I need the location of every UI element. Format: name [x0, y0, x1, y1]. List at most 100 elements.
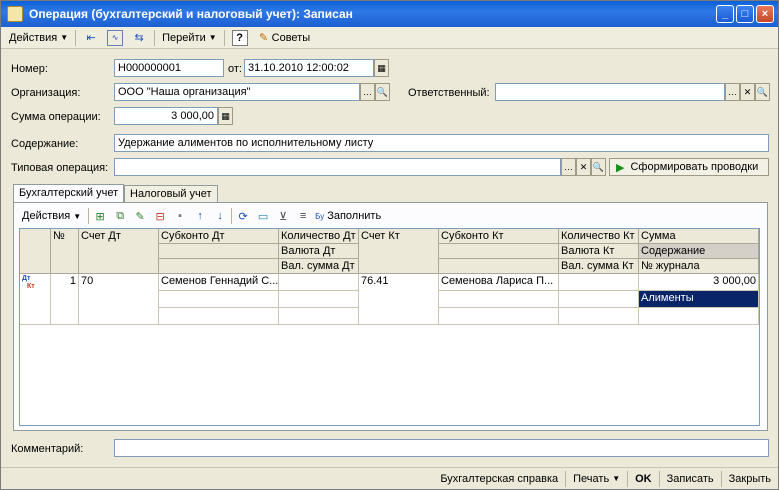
filter-icon[interactable]: ⊻ — [275, 208, 291, 224]
grid-actions-menu[interactable]: Действия ▼ — [18, 206, 85, 226]
dt-kt-button[interactable]: ∿ — [103, 28, 127, 48]
grid-header-sum[interactable]: Сумма — [639, 229, 759, 244]
grid-header-icon — [20, 229, 51, 274]
row-sub-kt-3[interactable] — [439, 308, 559, 325]
help-button[interactable]: ? — [228, 28, 252, 48]
tips-button[interactable]: ✎ Советы — [252, 28, 314, 48]
grid-header-cur-sum-dt[interactable]: Вал. сумма Дт — [279, 259, 359, 274]
grid-header-num[interactable]: № — [51, 229, 79, 274]
row-sub-kt[interactable]: Семенова Лариса П... — [439, 274, 559, 291]
row-sub-dt[interactable]: Семенов Геннадий С... — [159, 274, 279, 291]
row-qty-dt[interactable] — [279, 274, 359, 291]
tab-tax[interactable]: Налоговый учет — [124, 185, 218, 203]
grid-header-cur-sum-kt[interactable]: Вал. сумма Кт — [559, 259, 639, 274]
sum-field[interactable]: 3 000,00 — [114, 107, 218, 125]
grid-toolbar: Действия ▼ ⊞ ⧉ ✎ ⊟ ▪ ↑ ↓ ⟳ ▭ ⊻ ≡ Бу Запо… — [18, 206, 385, 226]
grid-header-sub-kt-2 — [439, 244, 559, 259]
row-qty-kt[interactable] — [559, 274, 639, 291]
goto-menu[interactable]: Перейти ▼ — [158, 28, 221, 48]
accounting-report-button[interactable]: Бухгалтерская справка — [433, 473, 565, 485]
row-sub-dt-2[interactable] — [159, 291, 279, 308]
row-cur-kt[interactable] — [559, 291, 639, 308]
grid-header-sub-dt-2 — [159, 244, 279, 259]
row-content[interactable]: Алименты — [639, 291, 759, 308]
end-edit-icon[interactable]: ▪ — [172, 208, 188, 224]
row-acc-kt[interactable]: 76.41 — [359, 274, 439, 325]
dropdown-arrow-icon: ▼ — [73, 211, 82, 221]
arrow-left-icon: ⇤ — [86, 32, 96, 44]
close-button[interactable]: × — [756, 5, 774, 23]
add-row-icon[interactable]: ⊞ — [92, 208, 108, 224]
grid-header-cur-dt[interactable]: Валюта Дт — [279, 244, 359, 259]
maximize-button[interactable]: □ — [736, 5, 754, 23]
row-cur-sum-kt[interactable] — [559, 308, 639, 325]
help-icon: ? — [231, 29, 248, 46]
organization-open-button[interactable]: 🔍 — [375, 83, 390, 101]
switch-button[interactable]: ⇆ — [127, 28, 151, 48]
move-left-button[interactable]: ⇤ — [79, 28, 103, 48]
row-sub-kt-2[interactable] — [439, 291, 559, 308]
responsible-field[interactable] — [495, 83, 725, 101]
refresh-icon[interactable]: ⟳ — [235, 208, 251, 224]
row-journal[interactable] — [639, 308, 759, 325]
row-cur-sum-dt[interactable] — [279, 308, 359, 325]
fill-icon: Бу — [315, 211, 325, 221]
organization-select-button[interactable]: … — [360, 83, 375, 101]
row-acc-dt[interactable]: 70 — [79, 274, 159, 325]
dropdown-arrow-icon: ▼ — [612, 474, 621, 483]
close-form-button[interactable]: Закрыть — [722, 473, 778, 485]
window-title: Операция (бухгалтерский и налоговый учет… — [29, 7, 353, 21]
typical-open-button[interactable]: 🔍 — [591, 158, 606, 176]
save-button[interactable]: Записать — [660, 473, 721, 485]
date-field[interactable]: 31.10.2010 12:00:02 — [244, 59, 374, 77]
typical-select-button[interactable]: … — [561, 158, 576, 176]
bottom-command-bar: Бухгалтерская справка Печать ▼ OK Записа… — [1, 467, 778, 489]
comment-field[interactable] — [114, 439, 769, 457]
row-cur-dt[interactable] — [279, 291, 359, 308]
grid-header-content[interactable]: Содержание — [639, 244, 759, 259]
typical-clear-button[interactable]: ✕ — [576, 158, 591, 176]
move-down-icon[interactable]: ↓ — [212, 208, 228, 224]
copy-row-icon[interactable]: ⧉ — [112, 208, 128, 224]
fill-button[interactable]: Бу Заполнить — [311, 206, 385, 226]
calendar-button[interactable]: ▦ — [374, 59, 389, 77]
move-up-icon[interactable]: ↑ — [192, 208, 208, 224]
actions-menu[interactable]: Действия ▼ — [5, 28, 72, 48]
calculator-button[interactable]: ▦ — [218, 107, 233, 125]
print-menu[interactable]: Печать ▼ — [566, 473, 627, 485]
number-field[interactable]: Н000000001 — [114, 59, 224, 77]
responsible-clear-button[interactable]: ✕ — [740, 83, 755, 101]
grid-header-sub-kt[interactable]: Субконто Кт — [439, 229, 559, 244]
grid-header-acc-dt[interactable]: Счет Дт — [79, 229, 159, 274]
row-sub-dt-3[interactable] — [159, 308, 279, 325]
grid-header-acc-kt[interactable]: Счет Кт — [359, 229, 439, 274]
organization-field[interactable]: ООО "Наша организация" — [114, 83, 360, 101]
content-field[interactable]: Удержание алиментов по исполнительному л… — [114, 134, 769, 152]
grid-header-qty-kt[interactable]: Количество Кт — [559, 229, 639, 244]
delete-row-icon[interactable]: ⊟ — [152, 208, 168, 224]
grid-header-sub-dt[interactable]: Субконто Дт — [159, 229, 279, 244]
calculator-icon: ▦ — [221, 110, 230, 121]
content-label: Содержание: — [11, 138, 79, 150]
edit-row-icon[interactable]: ✎ — [132, 208, 148, 224]
tab-accounting[interactable]: Бухгалтерский учет — [13, 184, 125, 203]
typical-operation-field[interactable] — [114, 158, 561, 176]
row-sum[interactable]: 3 000,00 — [639, 274, 759, 291]
dropdown-arrow-icon: ▼ — [208, 33, 217, 42]
grid-header-journal[interactable]: № журнала — [639, 259, 759, 274]
generate-postings-button[interactable]: ▶ Сформировать проводки — [609, 158, 769, 176]
minimize-button[interactable]: _ — [716, 5, 734, 23]
fill-label: Заполнить — [327, 210, 382, 222]
selection-icon[interactable]: ▭ — [255, 208, 271, 224]
grid-header-qty-dt[interactable]: Количество Дт — [279, 229, 359, 244]
row-num[interactable]: 1 — [51, 274, 79, 325]
responsible-label: Ответственный: — [408, 87, 490, 99]
grid-header-cur-kt[interactable]: Валюта Кт — [559, 244, 639, 259]
ellipsis-icon: … — [728, 87, 737, 97]
responsible-open-button[interactable]: 🔍 — [755, 83, 770, 101]
ellipsis-icon: … — [564, 162, 573, 172]
responsible-select-button[interactable]: … — [725, 83, 740, 101]
sort-icon[interactable]: ≡ — [295, 208, 311, 224]
ok-button[interactable]: OK — [628, 473, 659, 485]
calendar-icon: ▦ — [377, 62, 386, 73]
